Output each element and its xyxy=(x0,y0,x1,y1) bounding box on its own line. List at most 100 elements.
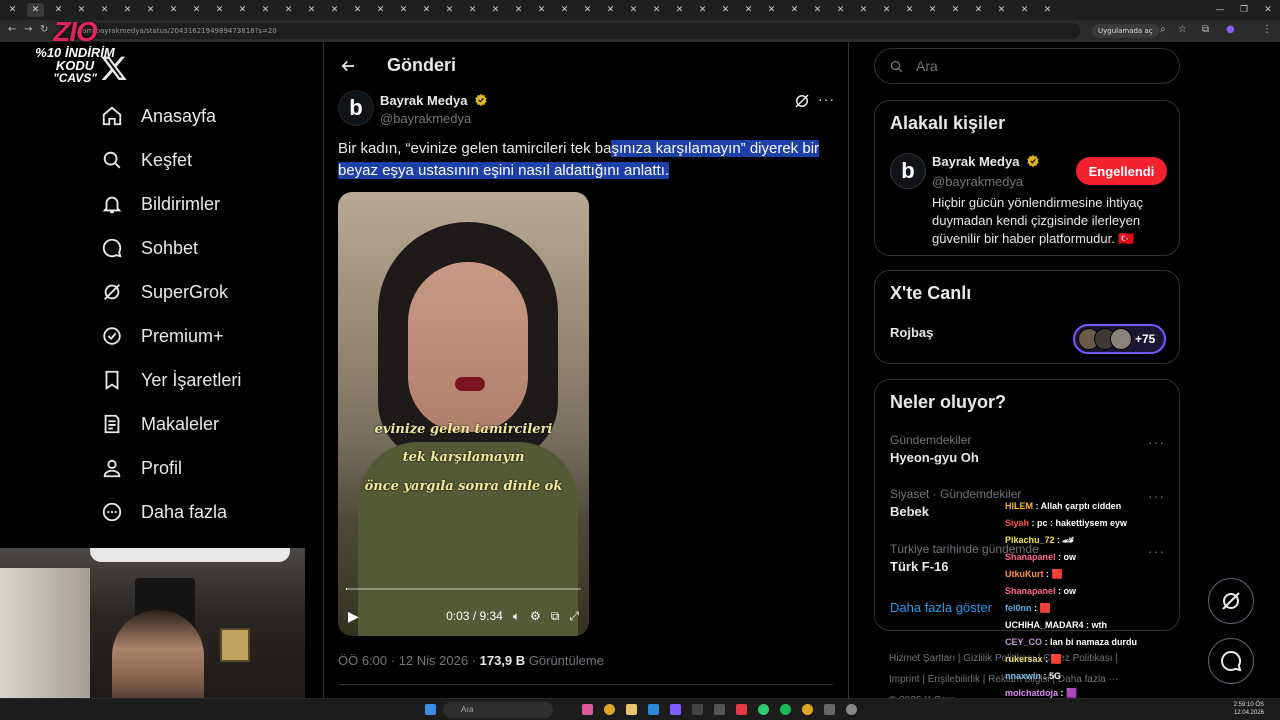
browser-tab[interactable]: ✕ xyxy=(326,3,343,17)
browser-tab[interactable]: ✕ xyxy=(4,3,21,17)
browser-tab[interactable]: ✕ xyxy=(671,3,688,17)
app-icon[interactable] xyxy=(714,704,725,715)
author-avatar[interactable]: b xyxy=(338,90,374,126)
back-arrow-icon[interactable] xyxy=(338,57,358,75)
app-icon[interactable] xyxy=(582,704,593,715)
back-nav-icon[interactable]: ← xyxy=(8,24,16,35)
zoom-icon[interactable]: ⌕ xyxy=(1160,24,1166,35)
browser-tab[interactable]: ✕ xyxy=(556,3,573,17)
chrome-icon[interactable] xyxy=(802,704,813,715)
browser-tab[interactable]: ✕ xyxy=(901,3,918,17)
browser-tab[interactable]: ✕ xyxy=(786,3,803,17)
live-host[interactable]: Rojbaş xyxy=(890,325,933,340)
live-listeners[interactable]: +75 xyxy=(1073,324,1166,354)
browser-tab[interactable]: ✕ xyxy=(27,3,44,17)
show-more-link[interactable]: Daha fazla göster xyxy=(890,600,992,615)
browser-tab[interactable]: ✕ xyxy=(832,3,849,17)
restore-icon[interactable]: ❐ xyxy=(1232,5,1256,15)
browser-tab[interactable]: ✕ xyxy=(1039,3,1056,17)
messages-fab-button[interactable] xyxy=(1208,638,1254,684)
nav-item-profile[interactable]: Profil xyxy=(100,453,182,483)
post-timestamp[interactable]: ÖÖ 6:00 · 12 Nis 2026 · xyxy=(338,653,480,668)
browser-tab[interactable]: ✕ xyxy=(280,3,297,17)
start-icon[interactable] xyxy=(425,704,436,715)
browser-tab[interactable]: ✕ xyxy=(993,3,1010,17)
chrome-icon[interactable] xyxy=(604,704,615,715)
browser-tab[interactable]: ✕ xyxy=(602,3,619,17)
volume-icon[interactable]: 🔈︎ xyxy=(513,609,520,624)
x-logo-icon[interactable] xyxy=(100,54,128,82)
browser-tab[interactable]: ✕ xyxy=(441,3,458,17)
app-icon[interactable] xyxy=(736,704,747,715)
browser-tab[interactable]: ✕ xyxy=(372,3,389,17)
browser-tab[interactable]: ✕ xyxy=(464,3,481,17)
nav-item-notifications[interactable]: Bildirimler xyxy=(100,189,220,219)
close-window-icon[interactable]: ✕ xyxy=(1256,5,1280,15)
browser-tab[interactable]: ✕ xyxy=(924,3,941,17)
folder-icon[interactable] xyxy=(626,704,637,715)
blocked-button[interactable]: Engellendi xyxy=(1076,157,1167,185)
nav-item-explore[interactable]: Keşfet xyxy=(100,145,192,175)
edge-icon[interactable] xyxy=(648,704,659,715)
related-handle[interactable]: @bayrakmedya xyxy=(932,174,1023,189)
browser-tab[interactable]: ✕ xyxy=(740,3,757,17)
browser-tab[interactable]: ✕ xyxy=(487,3,504,17)
taskbar-clock[interactable]: 2:59:10 ÖS 12.04.2026 xyxy=(1234,701,1264,717)
browser-tab[interactable]: ✕ xyxy=(418,3,435,17)
nav-item-supergrok[interactable]: SuperGrok xyxy=(100,277,228,307)
related-name[interactable]: Bayrak Medya xyxy=(932,154,1040,169)
extensions-icon[interactable]: ⧉ xyxy=(1202,24,1209,35)
nav-item-articles[interactable]: Makaleler xyxy=(100,409,219,439)
author-name[interactable]: Bayrak Medya xyxy=(380,93,488,108)
profile-icon[interactable]: ● xyxy=(1226,24,1235,35)
browser-tab[interactable]: ✕ xyxy=(119,3,136,17)
browser-tab[interactable]: ✕ xyxy=(970,3,987,17)
browser-tab[interactable]: ✕ xyxy=(694,3,711,17)
browser-tab[interactable]: ✕ xyxy=(349,3,366,17)
nav-item-more[interactable]: Daha fazla xyxy=(100,497,227,527)
browser-tab[interactable]: ✕ xyxy=(165,3,182,17)
browser-tab[interactable]: ✕ xyxy=(717,3,734,17)
minimize-icon[interactable]: — xyxy=(1208,5,1232,15)
browser-tab[interactable]: ✕ xyxy=(188,3,205,17)
grok-fab-button[interactable] xyxy=(1208,578,1254,624)
browser-tab[interactable]: ✕ xyxy=(809,3,826,17)
trend-name[interactable]: Bebek xyxy=(890,504,929,519)
trend-name[interactable]: Hyeon-gyu Oh xyxy=(890,450,979,465)
video-progress-bar[interactable] xyxy=(346,588,581,590)
browser-tab[interactable]: ✕ xyxy=(395,3,412,17)
trend-name[interactable]: Türk F-16 xyxy=(890,559,949,574)
browser-tab[interactable]: ✕ xyxy=(257,3,274,17)
browser-tab[interactable]: ✕ xyxy=(533,3,550,17)
open-in-app-button[interactable]: Uygulamada aç xyxy=(1092,24,1159,38)
grok-icon[interactable] xyxy=(793,92,811,110)
browser-tab[interactable]: ✕ xyxy=(1016,3,1033,17)
video-player[interactable]: evinize gelen tamircileri tek karşılamay… xyxy=(338,192,589,636)
spotify-icon[interactable] xyxy=(780,704,791,715)
browser-tab[interactable]: ✕ xyxy=(947,3,964,17)
pip-icon[interactable]: ⧉ xyxy=(551,609,560,624)
browser-tab[interactable]: ✕ xyxy=(625,3,642,17)
nav-item-chat[interactable]: Sohbet xyxy=(100,233,198,263)
browser-tab[interactable]: ✕ xyxy=(73,3,90,17)
browser-menu-icon[interactable]: ⋮ xyxy=(1262,24,1272,35)
browser-tab[interactable]: ✕ xyxy=(579,3,596,17)
browser-tab[interactable]: ✕ xyxy=(142,3,159,17)
browser-tab[interactable]: ✕ xyxy=(50,3,67,17)
fullscreen-icon[interactable]: ⤢ xyxy=(569,609,579,624)
browser-tab[interactable]: ✕ xyxy=(96,3,113,17)
app-icon[interactable] xyxy=(846,704,857,715)
related-avatar[interactable]: b xyxy=(890,153,926,189)
search-input[interactable]: Ara xyxy=(874,48,1180,84)
browser-tab[interactable]: ✕ xyxy=(510,3,527,17)
more-options-icon[interactable]: ··· xyxy=(818,91,835,107)
taskbar-search[interactable]: Ara xyxy=(443,702,553,718)
browser-tab[interactable]: ✕ xyxy=(763,3,780,17)
url-field[interactable]: x.com/bayrakmedya/status/204316219498947… xyxy=(60,23,1080,39)
browser-tab[interactable]: ✕ xyxy=(648,3,665,17)
author-handle[interactable]: @bayrakmedya xyxy=(380,111,471,126)
browser-tab[interactable]: ✕ xyxy=(303,3,320,17)
trend-more-icon[interactable]: ··· xyxy=(1148,434,1165,450)
app-icon[interactable] xyxy=(758,704,769,715)
browser-tab[interactable]: ✕ xyxy=(855,3,872,17)
